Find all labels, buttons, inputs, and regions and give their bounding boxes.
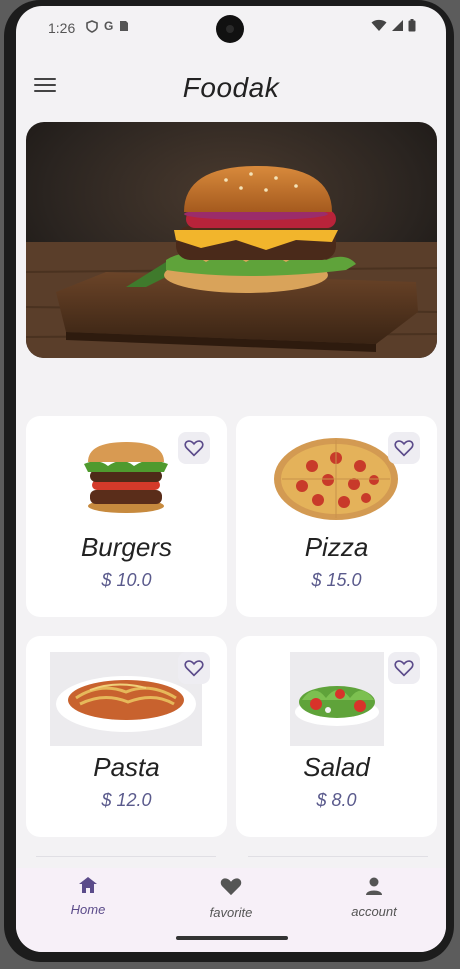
google-icon: G <box>104 19 114 33</box>
food-card-pasta[interactable]: Pasta $ 12.0 <box>26 636 227 837</box>
favorite-button[interactable] <box>388 432 420 464</box>
next-row-peek <box>248 856 428 857</box>
front-camera <box>216 15 244 43</box>
status-icons-left: G <box>86 19 129 33</box>
device-frame: 1:26 G Foodak Burgers $ 10.0 Pizza $ 15.… <box>4 0 454 962</box>
pizza-image <box>274 438 398 520</box>
burger-image <box>84 442 168 513</box>
food-name: Pasta <box>93 752 160 782</box>
wifi-icon <box>371 19 387 31</box>
food-price: $ 12.0 <box>101 790 152 810</box>
favorite-button[interactable] <box>178 652 210 684</box>
screen: 1:26 G Foodak Burgers $ 10.0 Pizza $ 15.… <box>16 6 446 952</box>
shield-icon <box>86 19 98 33</box>
food-name: Pizza <box>304 532 369 562</box>
nav-home[interactable]: Home <box>38 876 138 917</box>
food-card-salad[interactable]: Salad $ 8.0 <box>236 636 437 837</box>
favorite-button[interactable] <box>178 432 210 464</box>
nav-account-label: account <box>351 904 397 919</box>
status-bar: 1:26 G <box>16 6 446 52</box>
food-card-burgers[interactable]: Burgers $ 10.0 <box>26 416 227 617</box>
nav-account[interactable]: account <box>324 876 424 919</box>
battery-icon <box>408 19 416 32</box>
food-price: $ 8.0 <box>316 790 357 810</box>
food-name: Salad <box>303 752 370 782</box>
food-price: $ 15.0 <box>311 570 362 590</box>
home-icon <box>79 877 97 893</box>
app-title: Foodak <box>182 72 280 103</box>
salad-image <box>290 652 384 746</box>
signal-icon <box>392 20 403 31</box>
heart-outline-icon <box>184 660 204 677</box>
food-card-pizza[interactable]: Pizza $ 15.0 <box>236 416 437 617</box>
heart-outline-icon <box>394 440 414 457</box>
status-time: 1:26 <box>48 20 76 36</box>
food-price: $ 10.0 <box>101 570 152 590</box>
hero-image <box>26 122 437 358</box>
heart-icon <box>220 878 242 896</box>
favorite-button[interactable] <box>388 652 420 684</box>
nav-favorite-label: favorite <box>209 905 253 920</box>
person-icon <box>366 877 382 895</box>
app-bar: Foodak <box>16 58 446 118</box>
home-indicator[interactable] <box>176 936 288 940</box>
sim-icon <box>120 21 129 31</box>
heart-outline-icon <box>394 660 414 677</box>
heart-outline-icon <box>184 440 204 457</box>
nav-home-label: Home <box>70 902 106 917</box>
food-name: Burgers <box>80 532 173 562</box>
next-row-peek <box>36 856 216 857</box>
nav-favorite[interactable]: favorite <box>181 876 281 920</box>
status-icons-right <box>371 19 416 32</box>
